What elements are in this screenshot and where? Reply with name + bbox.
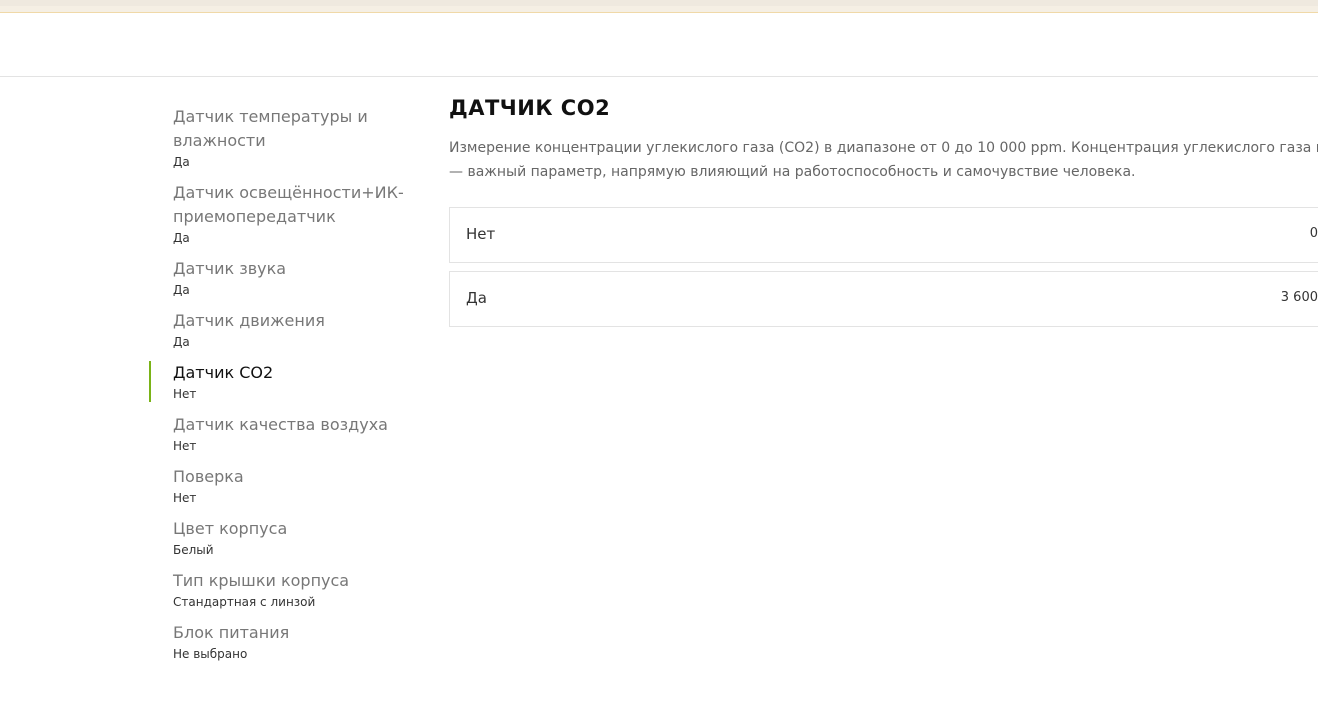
sidebar-item-label: Датчик звука — [173, 259, 287, 278]
sidebar-item-value: Нет — [173, 491, 197, 505]
choice-label: Да — [466, 289, 487, 307]
sidebar-item-value: Не выбрано — [173, 647, 248, 661]
sidebar-item-label: Тип крышки корпуса — [173, 571, 350, 590]
top-bar — [0, 0, 1318, 13]
sidebar-item-value: Да — [173, 335, 190, 349]
choice-price: 3 600 — [1280, 290, 1318, 305]
sidebar-item-value: Стандартная с линзой — [173, 595, 316, 609]
sidebar-item-motion[interactable]: Датчик движения Да — [149, 309, 409, 350]
description-line: — важный параметр, напрямую влияющий на … — [449, 164, 1136, 180]
sidebar-item-case-cover[interactable]: Тип крышки корпуса Стандартная с линзой — [149, 569, 409, 610]
sidebar-item-value: Нет — [173, 387, 197, 401]
sidebar-item-power-supply[interactable]: Блок питания Не выбрано — [149, 621, 409, 662]
choice-no[interactable]: Нет 0 — [449, 207, 1318, 263]
page-title: ДАТЧИК CO2 — [449, 96, 611, 120]
sidebar-item-co2[interactable]: Датчик CO2 Нет — [149, 361, 409, 402]
sidebar-item-value: Нет — [173, 439, 197, 453]
sidebar-item-label: Датчик качества воздуха — [173, 415, 388, 434]
option-description: Измерение концентрации углекислого газа … — [449, 136, 1318, 184]
sidebar-item-value: Да — [173, 231, 190, 245]
choice-label: Нет — [466, 225, 496, 243]
option-detail-panel: ДАТЧИК CO2 Измерение концентрации углеки… — [449, 93, 1318, 335]
sidebar-item-label: Датчик температуры и влажности — [173, 107, 368, 150]
sidebar-item-value: Да — [173, 283, 190, 297]
sidebar-item-calibration[interactable]: Поверка Нет — [149, 465, 409, 506]
sidebar-item-label: Цвет корпуса — [173, 519, 288, 538]
sidebar-item-label: Поверка — [173, 467, 244, 486]
choice-yes[interactable]: Да 3 600 — [449, 271, 1318, 327]
sidebar-item-label: Датчик освещённости+ИК-приемопередатчик — [173, 183, 404, 226]
top-bar-strip — [0, 0, 1318, 6]
sidebar-item-sound[interactable]: Датчик звука Да — [149, 257, 409, 298]
sidebar-item-light-ir[interactable]: Датчик освещённости+ИК-приемопередатчик … — [149, 181, 409, 246]
sidebar-item-case-color[interactable]: Цвет корпуса Белый — [149, 517, 409, 558]
choice-list: Нет 0 Да 3 600 — [449, 207, 1318, 327]
header-divider — [0, 76, 1318, 77]
sidebar-item-temperature-humidity[interactable]: Датчик температуры и влажности Да — [149, 105, 409, 170]
sidebar-item-value: Белый — [173, 543, 214, 557]
options-sidebar: Датчик температуры и влажности Да Датчик… — [149, 105, 409, 673]
choice-price: 0 — [1309, 226, 1318, 241]
sidebar-item-label: Датчик CO2 — [173, 363, 274, 382]
sidebar-item-air-quality[interactable]: Датчик качества воздуха Нет — [149, 413, 409, 454]
sidebar-item-value: Да — [173, 155, 190, 169]
sidebar-item-label: Датчик движения — [173, 311, 325, 330]
description-line: Измерение концентрации углекислого газа … — [449, 140, 1318, 156]
sidebar-item-label: Блок питания — [173, 623, 290, 642]
